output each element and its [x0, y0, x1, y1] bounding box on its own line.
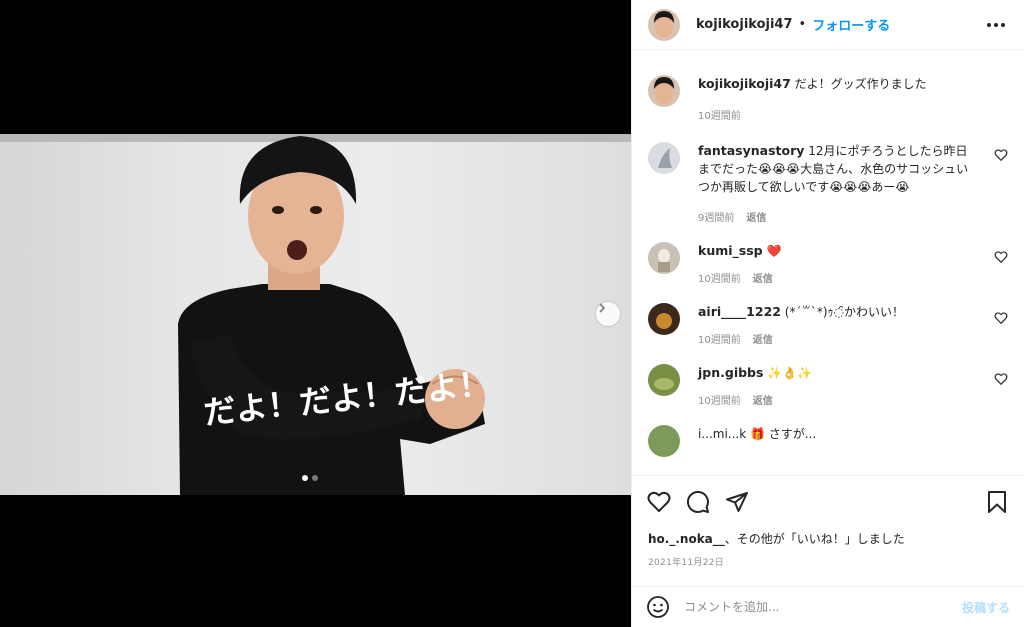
carousel-dots: [302, 475, 318, 481]
comment-time[interactable]: 10週間前: [698, 270, 741, 285]
more-icon[interactable]: [984, 22, 1008, 27]
bookmark-icon: [988, 491, 1006, 513]
comment-username[interactable]: jpn.gibbs: [698, 365, 763, 380]
carousel-dot: [312, 475, 318, 481]
avatar[interactable]: [648, 142, 680, 174]
comment-like-heart-icon[interactable]: [994, 250, 1008, 264]
comment-text: i...mi...k 🎁 さすが...: [698, 427, 817, 441]
post-comment-button[interactable]: 投稿する: [962, 599, 1010, 616]
post-actions: ho._.noka__、その他が「いいね！」しました 2021年11月22日: [632, 475, 1024, 585]
comment-item: kumi_ssp ❤️ 10週間前 返信: [648, 242, 1008, 285]
likes-summary: ho._.noka__、その他が「いいね！」しました: [648, 530, 1010, 547]
avatar[interactable]: [648, 242, 680, 274]
post-sidebar: kojikojikoji47 • フォローする kojikojikoji47 だ…: [631, 0, 1024, 627]
comment-like-heart-icon[interactable]: [994, 372, 1008, 386]
comment-item: fantasynastory 12月にポチろうとしたら昨日までだった😭😭😭大島さ…: [648, 142, 1008, 224]
comment-input[interactable]: [684, 600, 962, 614]
caption-text: kojikojikoji47 だよ！グッズ作りました: [698, 75, 978, 93]
post-media: だよ！だよ！だよ！: [0, 0, 631, 627]
avatar[interactable]: [648, 75, 680, 107]
carousel-dot-active: [302, 475, 308, 481]
reply-button[interactable]: 返信: [753, 270, 773, 285]
avatar[interactable]: [648, 8, 680, 41]
avatar[interactable]: [648, 425, 680, 457]
comment-like-heart-icon[interactable]: [994, 148, 1008, 162]
reply-button[interactable]: 返信: [753, 392, 773, 407]
emoji-icon[interactable]: [646, 595, 670, 619]
photo-illustration: だよ！だよ！だよ！: [178, 136, 492, 495]
caption-body: だよ！グッズ作りました: [794, 77, 927, 91]
comment-item: airi____1222 (*´꒳`*)ｩ◌̑かわいい！ 10週間前 返信: [648, 303, 1008, 346]
reply-button[interactable]: 返信: [753, 331, 773, 346]
comment-item-partial: i...mi...k 🎁 さすが...: [648, 425, 1008, 457]
share-icon: [726, 492, 748, 512]
comment-text: ✨👌✨: [767, 366, 813, 380]
comment-time[interactable]: 9週間前: [698, 209, 734, 224]
post-photo[interactable]: だよ！だよ！だよ！: [0, 134, 631, 495]
comment-username[interactable]: airi____1222: [698, 304, 781, 319]
comments-list[interactable]: kojikojikoji47 だよ！グッズ作りました 10週間前 fantasy…: [632, 51, 1024, 474]
comment-button[interactable]: [685, 489, 711, 515]
add-comment-bar: 投稿する: [632, 586, 1024, 627]
comment-text: (*´꒳`*)ｩ◌̑かわいい！: [784, 305, 905, 319]
save-button[interactable]: [984, 489, 1010, 515]
likes-user[interactable]: ho._.noka__: [648, 532, 725, 546]
comment-username[interactable]: fantasynastory: [698, 143, 804, 158]
comment-like-heart-icon[interactable]: [994, 311, 1008, 325]
reply-button[interactable]: 返信: [746, 209, 766, 224]
post-date[interactable]: 2021年11月22日: [648, 555, 1010, 568]
chevron-right-icon: [599, 303, 606, 313]
post-header: kojikojikoji47 • フォローする: [632, 0, 1024, 50]
author-username[interactable]: kojikojikoji47: [696, 17, 793, 32]
comment-icon: [686, 490, 709, 513]
separator-dot: •: [798, 17, 807, 32]
comment-item: jpn.gibbs ✨👌✨ 10週間前 返信: [648, 364, 1008, 407]
comment-text: ❤️: [766, 244, 782, 258]
caption: kojikojikoji47 だよ！グッズ作りました 10週間前: [648, 75, 1008, 122]
caption-username[interactable]: kojikojikoji47: [698, 76, 791, 91]
follow-button[interactable]: フォローする: [812, 15, 890, 34]
comment-time[interactable]: 10週間前: [698, 331, 741, 346]
comment-time[interactable]: 10週間前: [698, 392, 741, 407]
caption-time[interactable]: 10週間前: [698, 107, 741, 122]
next-slide-button[interactable]: [596, 302, 620, 326]
avatar[interactable]: [648, 303, 680, 335]
avatar[interactable]: [648, 364, 680, 396]
likes-suffix: 、その他が「いいね！」しました: [724, 532, 905, 546]
heart-icon: [647, 491, 671, 512]
like-button[interactable]: [646, 489, 672, 515]
comment-username[interactable]: kumi_ssp: [698, 243, 763, 258]
share-button[interactable]: [724, 489, 750, 515]
